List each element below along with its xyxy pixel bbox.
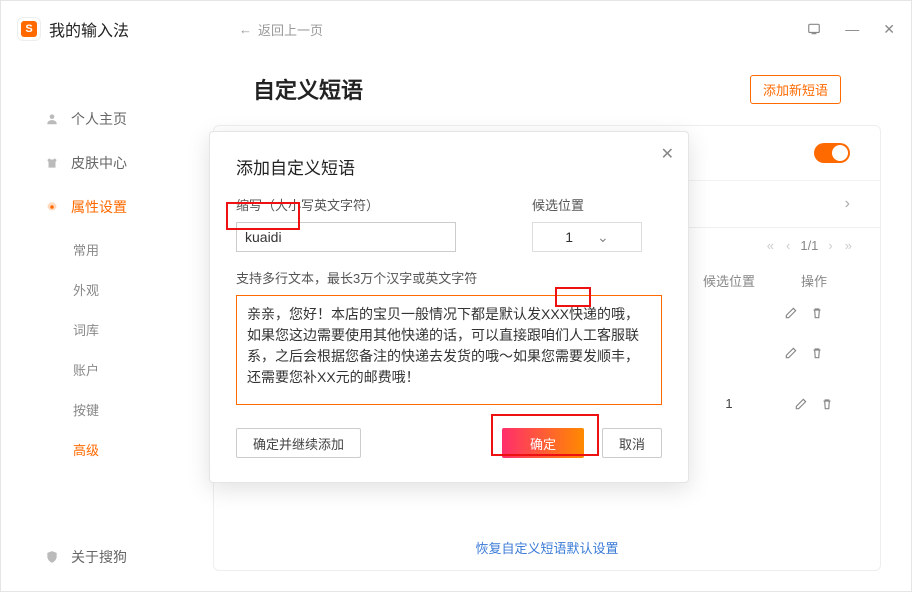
ok-button[interactable]: 确定 (502, 428, 584, 458)
shield-icon (45, 550, 61, 564)
col-ops: 操作 (774, 271, 854, 290)
edit-icon[interactable] (794, 397, 808, 411)
abbr-input[interactable] (236, 222, 456, 252)
abbr-label: 缩写（大小写英文字符） (236, 195, 492, 214)
enable-toggle[interactable] (814, 143, 850, 163)
sidebar-sub-dictionary[interactable]: 词库 (1, 309, 183, 349)
phrase-textarea[interactable] (236, 295, 662, 405)
pager-prev[interactable]: ‹ (784, 238, 792, 253)
modal-close-button[interactable]: ✕ (661, 144, 674, 164)
row-ops (774, 397, 854, 411)
sidebar-item-label: 个人主页 (71, 109, 127, 129)
titlebar: S 我的输入法 ← 返回上一页 — ✕ (1, 1, 911, 57)
save-continue-button[interactable]: 确定并继续添加 (236, 428, 361, 458)
delete-icon[interactable] (810, 346, 824, 360)
table-row-ops-ghost (784, 346, 824, 360)
sidebar-sub-account[interactable]: 账户 (1, 349, 183, 389)
sidebar-sub-keys[interactable]: 按键 (1, 389, 183, 429)
cancel-button[interactable]: 取消 (602, 428, 662, 458)
delete-icon[interactable] (810, 306, 824, 320)
app-logo: S (17, 17, 41, 41)
position-value: 1 (565, 229, 573, 245)
col-pos: 候选位置 (684, 271, 774, 290)
sidebar-item-label: 皮肤中心 (71, 153, 127, 173)
sidebar-item-about[interactable]: 关于搜狗 (1, 535, 183, 579)
sidebar-item-settings[interactable]: 属性设置 (1, 185, 183, 229)
sidebar-sub-common[interactable]: 常用 (1, 229, 183, 269)
support-note: 支持多行文本，最长3万个汉字或英文字符 (236, 268, 662, 287)
app-logo-letter: S (21, 21, 37, 37)
skin-icon (45, 156, 61, 170)
pager-last[interactable]: » (843, 238, 854, 253)
sidebar-item-label: 属性设置 (71, 197, 127, 217)
window-controls: — ✕ (807, 21, 895, 38)
modal-buttons: 确定并继续添加 确定 取消 (236, 428, 662, 458)
delete-icon[interactable] (820, 397, 834, 411)
feedback-icon[interactable] (807, 22, 821, 36)
edit-icon[interactable] (784, 346, 798, 360)
chevron-down-icon: ⌄ (597, 229, 609, 246)
pager-first[interactable]: « (765, 238, 776, 253)
pager-next[interactable]: › (826, 238, 834, 253)
chevron-right-icon: › (845, 195, 850, 213)
sidebar-item-label: 关于搜狗 (71, 547, 127, 567)
restore-row: 恢复自定义短语默认设置 (214, 526, 880, 570)
back-button[interactable]: ← 返回上一页 (239, 20, 323, 39)
user-icon (45, 112, 61, 126)
table-row-ops-ghost (784, 306, 824, 320)
minimize-button[interactable]: — (845, 21, 859, 37)
gear-icon (45, 200, 61, 214)
edit-icon[interactable] (784, 306, 798, 320)
sidebar: 个人主页 皮肤中心 属性设置 常用 外观 词库 账户 按键 高级 关于搜狗 (1, 57, 183, 591)
page-header: 自定义短语 添加新短语 (213, 57, 881, 125)
pager-text: 1/1 (800, 238, 818, 253)
sidebar-item-skins[interactable]: 皮肤中心 (1, 141, 183, 185)
row-pos: 1 (684, 396, 774, 411)
close-button[interactable]: ✕ (883, 21, 895, 38)
back-label: 返回上一页 (258, 20, 323, 39)
modal-title: 添加自定义短语 (236, 154, 662, 179)
app-title: 我的输入法 (49, 17, 129, 41)
add-phrase-modal: ✕ 添加自定义短语 缩写（大小写英文字符） 候选位置 1 ⌄ 支持多行文本，最长… (209, 131, 689, 483)
arrow-left-icon: ← (239, 22, 252, 37)
position-select[interactable]: 1 ⌄ (532, 222, 642, 252)
position-label: 候选位置 (532, 195, 662, 214)
sidebar-sub-advanced[interactable]: 高级 (1, 429, 183, 469)
sidebar-item-profile[interactable]: 个人主页 (1, 97, 183, 141)
page-title: 自定义短语 (253, 73, 363, 105)
restore-defaults-link[interactable]: 恢复自定义短语默认设置 (475, 541, 618, 556)
sidebar-sub-appearance[interactable]: 外观 (1, 269, 183, 309)
add-phrase-button[interactable]: 添加新短语 (750, 75, 841, 104)
